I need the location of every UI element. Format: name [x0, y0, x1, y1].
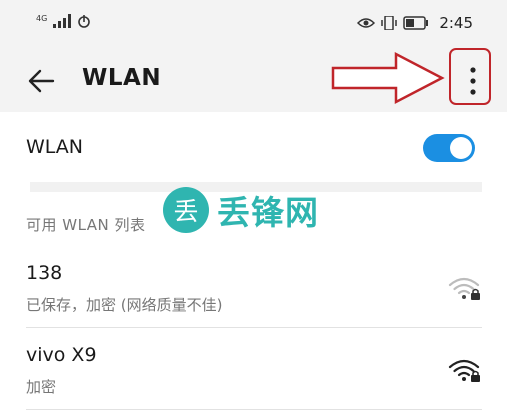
network-type-label: 4G [36, 14, 48, 23]
available-networks-header: 可用 WLAN 列表 [26, 216, 146, 234]
status-bar-left: 4G [36, 14, 91, 28]
network-name: 138 [26, 262, 63, 284]
clock-time: 2:45 [439, 14, 473, 32]
list-divider [26, 327, 482, 328]
wlan-toggle-row[interactable]: WLAN [0, 112, 507, 182]
battery-icon [403, 16, 429, 30]
watermark: 丢 丢锋网 [163, 186, 319, 234]
network-item-vivo-x9[interactable]: vivo X9 加密 [0, 330, 507, 410]
toggle-knob [450, 137, 472, 159]
watermark-text: 丢锋网 [217, 193, 319, 232]
annotation-arrow [331, 51, 445, 105]
network-item-138[interactable]: 138 已保存，加密 (网络质量不佳) [0, 248, 507, 328]
eye-comfort-icon [357, 18, 376, 28]
wifi-strong-lock-icon [448, 359, 480, 382]
data-sync-icon [78, 15, 91, 28]
status-bar-right: 2:45 [357, 14, 473, 32]
wifi-weak-lock-icon [448, 277, 480, 300]
list-divider [26, 409, 482, 410]
watermark-logo-badge: 丢 [163, 187, 209, 233]
back-arrow-icon[interactable] [26, 66, 56, 96]
vibrate-icon [381, 16, 398, 30]
page-title: WLAN [82, 65, 162, 91]
network-name: vivo X9 [26, 344, 97, 366]
wlan-toggle-switch[interactable] [423, 134, 475, 162]
cellular-signal-icon [53, 14, 72, 28]
wlan-toggle-label: WLAN [26, 136, 84, 158]
network-status: 加密 [26, 378, 57, 396]
status-bar: 4G 2:45 [0, 0, 507, 50]
annotation-highlight-box [449, 48, 491, 105]
network-status: 已保存，加密 (网络质量不佳) [26, 296, 223, 314]
